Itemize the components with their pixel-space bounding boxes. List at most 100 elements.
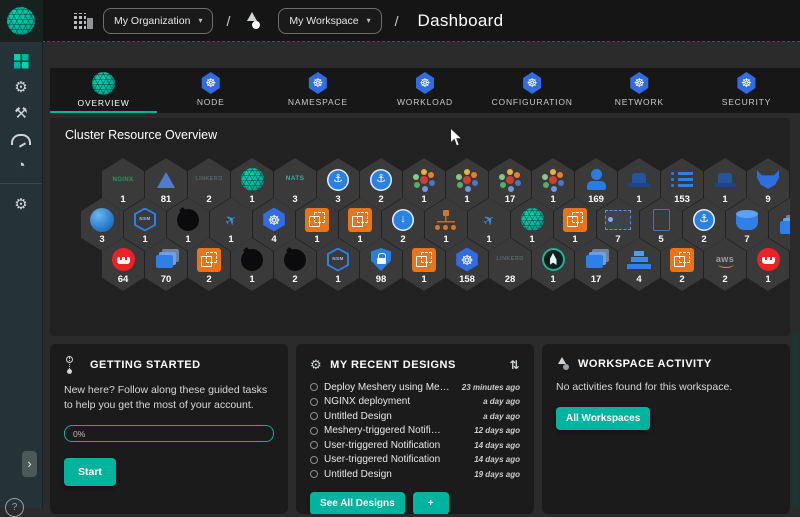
hex-icon-box: NSM: [134, 206, 156, 233]
resource-count: 98: [376, 274, 387, 285]
design-name: Meshery-triggered Notifi…: [324, 425, 468, 436]
resource-count: 4: [271, 234, 276, 245]
settings-gear-icon: ⚙: [14, 197, 27, 212]
cluster-overview-panel: Cluster Resource Overview NGINX 1 81 LINKER…: [50, 118, 790, 336]
design-time: a day ago: [483, 412, 520, 421]
sidebar-item-lifecycle-gears[interactable]: ⚙: [0, 74, 42, 100]
design-row[interactable]: NGINX deploymenta day ago: [310, 395, 520, 410]
resource-count: 2: [400, 234, 405, 245]
resource-count: 3: [99, 234, 104, 245]
design-name: Untitled Design: [324, 469, 468, 480]
sidebar-item-performance-dial[interactable]: [0, 126, 42, 152]
hex-icon-box: [671, 166, 693, 193]
getting-started-description: New here? Follow along these guided task…: [64, 383, 274, 413]
tab-security[interactable]: ☸SECURITY: [693, 68, 800, 113]
design-icon: [310, 427, 318, 435]
logo-text: NSM: [332, 257, 343, 262]
hex-icon-box: [736, 206, 758, 233]
list-icon: [671, 171, 693, 188]
tab-label: SECURITY: [722, 97, 771, 107]
add-design-button[interactable]: +: [413, 492, 449, 515]
design-row[interactable]: User-triggered Notification14 days ago: [310, 438, 520, 453]
tab-namespace[interactable]: ☸NAMESPACE: [264, 68, 371, 113]
design-row[interactable]: User-triggered Notification14 days ago: [310, 453, 520, 468]
shield-lock-icon: [371, 248, 391, 271]
hex-icon-box: [780, 212, 791, 239]
hex-icon-box: [416, 166, 432, 193]
orange-stack-icon: [305, 208, 329, 232]
hex-icon-box: LINKERD: [496, 246, 523, 273]
design-list: Deploy Meshery using Me…23 minutes agoNG…: [310, 380, 520, 482]
resource-count: 1: [142, 234, 147, 245]
hex-icon-box: [605, 206, 631, 233]
resource-count: 1: [722, 194, 727, 205]
breadcrumb-separator: /: [395, 13, 399, 29]
hex-icon-box: [714, 166, 736, 193]
all-workspaces-button[interactable]: All Workspaces: [556, 407, 650, 430]
nginx-logo-icon: NGINX: [112, 177, 133, 183]
workspace-activity-empty-text: No activities found for this workspace.: [556, 380, 776, 395]
design-row[interactable]: Meshery-triggered Notifi…12 days ago: [310, 424, 520, 439]
install-circle-icon: ↓: [392, 209, 414, 231]
resource-count: 2: [679, 274, 684, 285]
workspace-dropdown[interactable]: My Workspace ▾: [278, 8, 381, 34]
hex-icon-box: [177, 206, 199, 233]
resource-count: 1: [529, 234, 534, 245]
hex-icon-box: ☸: [262, 206, 286, 233]
progress-label: 0%: [73, 429, 85, 439]
design-name: NGINX deployment: [324, 396, 477, 407]
start-button[interactable]: Start: [64, 458, 116, 486]
tab-label: NODE: [197, 97, 225, 107]
rocket-icon: [542, 248, 565, 271]
design-row[interactable]: Untitled Design19 days ago: [310, 467, 520, 482]
design-row[interactable]: Untitled Designa day ago: [310, 409, 520, 424]
chevron-down-icon: ▾: [367, 16, 371, 25]
resource-count: 3: [335, 194, 340, 205]
orange-stack-icon: [412, 248, 436, 272]
couchbase-logo-icon: [112, 248, 135, 271]
resource-count: 2: [206, 194, 211, 205]
tab-network[interactable]: ☸NETWORK: [586, 68, 693, 113]
orange-stack-icon: [197, 248, 221, 272]
blue-layers-icon: [586, 255, 603, 268]
resource-count: 169: [588, 194, 604, 205]
sidebar-expand-button[interactable]: ›: [22, 451, 37, 477]
github-icon: [241, 249, 263, 271]
resource-count: 1: [765, 274, 770, 285]
meshery-logo-icon: [241, 168, 264, 191]
logo-text: NATS: [286, 176, 305, 183]
tab-bar: OVERVIEW☸NODE☸NAMESPACE☸WORKLOAD☸CONFIGU…: [50, 68, 800, 113]
see-all-designs-button[interactable]: See All Designs: [310, 492, 405, 515]
hex-icon-box: [197, 246, 221, 273]
sidebar-item-dashboard[interactable]: [0, 48, 42, 74]
tab-configuration[interactable]: ☸CONFIGURATION: [479, 68, 586, 113]
organization-dropdown[interactable]: My Organization ▾: [103, 8, 213, 34]
meshery-home-button[interactable]: [0, 0, 42, 42]
sort-icon[interactable]: ⇅: [509, 358, 520, 372]
argo-anchor-icon: ⚓: [370, 169, 392, 191]
sidebar-item-settings-gear[interactable]: ⚙: [0, 183, 42, 219]
globe-sphere-icon: [90, 208, 114, 232]
tab-node[interactable]: ☸NODE: [157, 68, 264, 113]
workspace-shapes-icon: [556, 357, 570, 370]
dotted-zone-icon: [605, 210, 631, 230]
dashboard-icon: [14, 54, 29, 69]
breadcrumb-separator: /: [226, 13, 230, 29]
scrollbar-thumb[interactable]: [792, 333, 799, 508]
panel-title: Cluster Resource Overview: [50, 118, 790, 142]
daemon-head-icon: [757, 170, 779, 189]
kubernetes-tab-icon: ☸: [629, 72, 649, 94]
design-row[interactable]: Deploy Meshery using Me…23 minutes ago: [310, 380, 520, 395]
logo-text: NSM: [139, 217, 150, 222]
linkerd-logo-icon: LINKERD: [496, 257, 523, 263]
orange-stack-icon: [670, 248, 694, 272]
tab-workload[interactable]: ☸WORKLOAD: [371, 68, 478, 113]
blue-layers-icon: [156, 255, 173, 268]
workspace-icon: [243, 12, 261, 30]
mascot-icon: ✈: [480, 210, 498, 228]
resource-count: 81: [161, 194, 172, 205]
sidebar-item-configuration-tools[interactable]: ⚒: [0, 100, 42, 126]
resource-count: 1: [572, 234, 577, 245]
tab-overview[interactable]: OVERVIEW: [50, 68, 157, 113]
sidebar-item-extensions[interactable]: ◔: [0, 152, 42, 178]
